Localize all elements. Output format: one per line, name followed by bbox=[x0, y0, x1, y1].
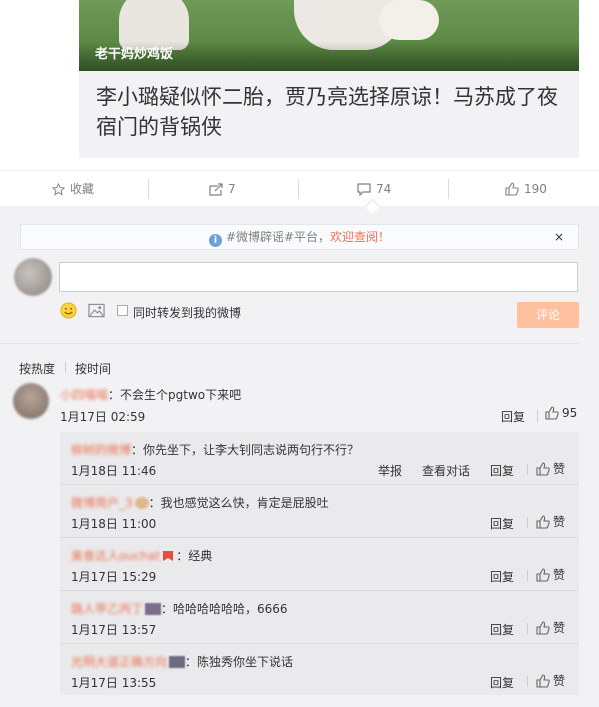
like-button[interactable]: 190 bbox=[505, 171, 547, 207]
comment-icon bbox=[357, 182, 371, 196]
reply-username[interactable]: 美食达人ouchat bbox=[71, 549, 160, 563]
thumbs-up-icon bbox=[545, 406, 559, 420]
reply-like-label: 赞 bbox=[553, 462, 566, 476]
image-icon[interactable] bbox=[88, 303, 105, 318]
reply-body: 光明大道正确方向 ：陈独秀你坐下说话 bbox=[71, 653, 293, 670]
separator bbox=[537, 410, 538, 422]
thumbs-up-icon bbox=[536, 567, 550, 582]
reply-username[interactable]: 光明大道正确方向 bbox=[71, 655, 167, 669]
rumor-notice-bar: i #微博辟谣#平台，欢迎查阅！ × bbox=[20, 224, 579, 250]
star-icon bbox=[52, 182, 65, 196]
commenter-username[interactable]: 小四喵喵 bbox=[60, 388, 108, 402]
reply-link[interactable]: 回复 bbox=[490, 515, 514, 532]
reply-link[interactable]: 回复 bbox=[490, 568, 514, 585]
repost-icon bbox=[209, 182, 223, 196]
reply-like-label: 赞 bbox=[553, 621, 566, 635]
action-bar: 收藏 7 74 190 bbox=[0, 170, 599, 208]
submit-comment-button[interactable]: 评论 bbox=[517, 302, 579, 328]
comment-like-button[interactable]: 95 bbox=[545, 406, 577, 420]
reply-item: 柳树的微博：你先坐下，让李大钊同志说两句行不行？ 1月18日 11:46 举报 … bbox=[60, 432, 579, 485]
reply-link[interactable]: 回复 bbox=[490, 621, 514, 638]
reply-text: ：陈独秀你坐下说话 bbox=[185, 655, 294, 669]
commenter-avatar[interactable] bbox=[13, 383, 49, 419]
reply-time: 1月18日 11:46 bbox=[71, 464, 157, 478]
notice-text: #微博辟谣#平台， bbox=[225, 230, 331, 244]
comment-like-count: 95 bbox=[562, 406, 578, 420]
report-link[interactable]: 举报 bbox=[378, 462, 402, 479]
repost-button[interactable]: 7 bbox=[209, 171, 236, 207]
repost-checkbox[interactable] bbox=[117, 305, 128, 316]
member-badge-icon bbox=[162, 550, 176, 562]
reply-body: 美食达人ouchat ：经典 bbox=[71, 547, 212, 564]
reply-body: 路人甲乙丙丁 ：哈哈哈哈哈哈，6666 bbox=[71, 600, 288, 617]
article-headline[interactable]: 李小璐疑似怀二胎，贾乃亮选择原谅！马苏成了夜宿门的背锅侠 bbox=[96, 82, 571, 142]
reply-text: ：哈哈哈哈哈哈，6666 bbox=[161, 602, 288, 616]
reply-time: 1月17日 13:55 bbox=[71, 676, 157, 690]
sort-by-time-tab[interactable]: 按时间 bbox=[75, 360, 111, 377]
article-source: 老干妈炒鸡饭 bbox=[95, 47, 174, 62]
sort-by-hot-tab[interactable]: 按热度 bbox=[19, 360, 55, 377]
reply-item: 光明大道正确方向 ：陈独秀你坐下说话 1月17日 13:55 回复 赞 bbox=[60, 644, 579, 697]
comment-body: 小四喵喵：不会生个pgtwo下来吧 bbox=[60, 386, 241, 403]
thumbs-up-icon bbox=[536, 620, 550, 635]
comment-time: 1月17日 02:59 bbox=[60, 410, 146, 424]
reply-like-button[interactable]: 赞 bbox=[536, 513, 565, 530]
reply-like-button[interactable]: 赞 bbox=[536, 619, 565, 636]
reply-like-button[interactable]: 赞 bbox=[536, 460, 565, 477]
close-icon[interactable]: × bbox=[554, 225, 564, 249]
comment-text: ：不会生个pgtwo下来吧 bbox=[108, 388, 242, 402]
reply-item: 路人甲乙丙丁 ：哈哈哈哈哈哈，6666 1月17日 13:57 回复 赞 bbox=[60, 591, 579, 644]
reply-list: 柳树的微博：你先坐下，让李大钊同志说两句行不行？ 1月18日 11:46 举报 … bbox=[60, 432, 579, 695]
repost-checkbox-label[interactable]: 同时转发到我的微博 bbox=[133, 304, 241, 321]
like-count: 190 bbox=[524, 182, 547, 196]
emoji-icon[interactable] bbox=[60, 302, 77, 319]
favorite-label: 收藏 bbox=[70, 182, 95, 196]
thumbs-up-icon bbox=[536, 461, 550, 476]
reply-item: 美食达人ouchat ：经典 1月17日 15:29 回复 赞 bbox=[60, 538, 579, 591]
reply-text: ：我也感觉这么快，肯定是屁股吐 bbox=[148, 496, 329, 510]
repost-count: 7 bbox=[228, 182, 236, 196]
thumbs-up-icon bbox=[536, 514, 550, 529]
member-badge-icon bbox=[145, 603, 162, 615]
reply-like-label: 赞 bbox=[553, 674, 566, 688]
avatar-badge-icon bbox=[134, 497, 149, 509]
reply-link[interactable]: 回复 bbox=[490, 462, 514, 479]
sort-separator bbox=[65, 362, 66, 373]
comment-reply-link[interactable]: 回复 bbox=[501, 408, 525, 425]
reply-text: ：你先坐下，让李大钊同志说两句行不行？ bbox=[131, 443, 360, 457]
reply-time: 1月17日 13:57 bbox=[71, 623, 157, 637]
reply-link[interactable]: 回复 bbox=[490, 674, 514, 691]
reply-time: 1月17日 15:29 bbox=[71, 570, 157, 584]
reply-username[interactable]: 路人甲乙丙丁 bbox=[71, 602, 143, 616]
comment-count: 74 bbox=[376, 182, 392, 196]
reply-body: 微博用户_3 ：我也感觉这么快，肯定是屁股吐 bbox=[71, 494, 329, 511]
view-conversation-link[interactable]: 查看对话 bbox=[422, 462, 470, 479]
favorite-button[interactable]: 收藏 bbox=[52, 171, 94, 207]
reply-username[interactable]: 柳树的微博 bbox=[71, 443, 131, 457]
comment-input[interactable] bbox=[59, 262, 578, 292]
divider bbox=[0, 343, 580, 344]
reply-like-label: 赞 bbox=[553, 568, 566, 582]
reply-like-label: 赞 bbox=[553, 515, 566, 529]
reply-like-button[interactable]: 赞 bbox=[536, 566, 565, 583]
reply-item: 微博用户_3 ：我也感觉这么快，肯定是屁股吐 1月18日 11:00 回复 赞 bbox=[60, 485, 579, 538]
reply-text: ：经典 bbox=[176, 549, 213, 563]
notice-link[interactable]: 欢迎查阅！ bbox=[330, 230, 390, 244]
info-icon: i bbox=[208, 234, 222, 247]
article-cover-image[interactable]: 老干妈炒鸡饭 bbox=[79, 0, 579, 71]
thumbs-up-icon bbox=[536, 673, 550, 688]
reply-like-button[interactable]: 赞 bbox=[536, 672, 565, 689]
reply-username[interactable]: 微博用户_3 bbox=[71, 496, 133, 510]
thumbs-up-icon bbox=[505, 182, 519, 196]
current-user-avatar[interactable] bbox=[14, 258, 52, 296]
reply-time: 1月18日 11:00 bbox=[71, 517, 157, 531]
member-badge-icon bbox=[169, 656, 186, 668]
reply-body: 柳树的微博：你先坐下，让李大钊同志说两句行不行？ bbox=[71, 441, 359, 458]
